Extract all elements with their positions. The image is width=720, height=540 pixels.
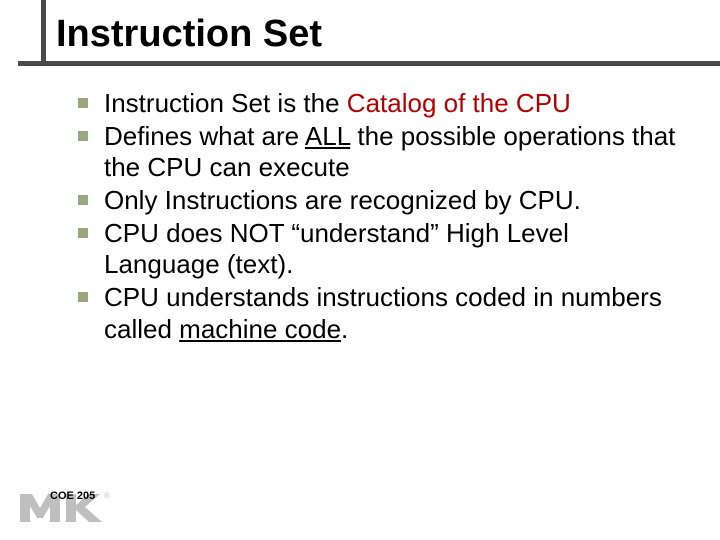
title-region: Instruction Set [0, 0, 720, 66]
bullet-text: Instruction Set is the Catalog of the CP… [104, 88, 571, 120]
text-segment: Instruction Set is the [104, 88, 347, 118]
square-bullet-icon [78, 195, 88, 205]
list-item: Only Instructions are recognized by CPU. [78, 185, 680, 217]
title-vertical-rule [41, 0, 46, 66]
square-bullet-icon [78, 98, 88, 108]
title-horizontal-rule [18, 61, 720, 66]
underline-text: machine code [179, 314, 341, 344]
bullet-list: Instruction Set is the Catalog of the CP… [0, 66, 720, 346]
bullet-text: Defines what are ALL the possible operat… [104, 121, 680, 184]
text-segment: Only Instructions are recognized by CPU. [104, 185, 581, 215]
list-item: Instruction Set is the Catalog of the CP… [78, 88, 680, 120]
list-item: CPU does NOT “understand” High Level Lan… [78, 218, 680, 281]
bullet-text: Only Instructions are recognized by CPU. [104, 185, 581, 217]
square-bullet-icon [78, 131, 88, 141]
highlight-text: Catalog of the CPU [347, 88, 571, 118]
underline-text: ALL [305, 121, 350, 151]
bullet-text: CPU understands instructions coded in nu… [104, 282, 680, 345]
svg-text:®: ® [104, 491, 110, 500]
page-title: Instruction Set [0, 10, 720, 66]
footer: ® COE 205 [18, 488, 110, 524]
text-segment: CPU does NOT “understand” High Level Lan… [104, 218, 569, 280]
list-item: CPU understands instructions coded in nu… [78, 282, 680, 345]
square-bullet-icon [78, 292, 88, 302]
text-segment: . [341, 314, 348, 344]
text-segment: Defines what are [104, 121, 305, 151]
course-code: COE 205 [50, 490, 95, 502]
list-item: Defines what are ALL the possible operat… [78, 121, 680, 184]
bullet-text: CPU does NOT “understand” High Level Lan… [104, 218, 680, 281]
square-bullet-icon [78, 228, 88, 238]
